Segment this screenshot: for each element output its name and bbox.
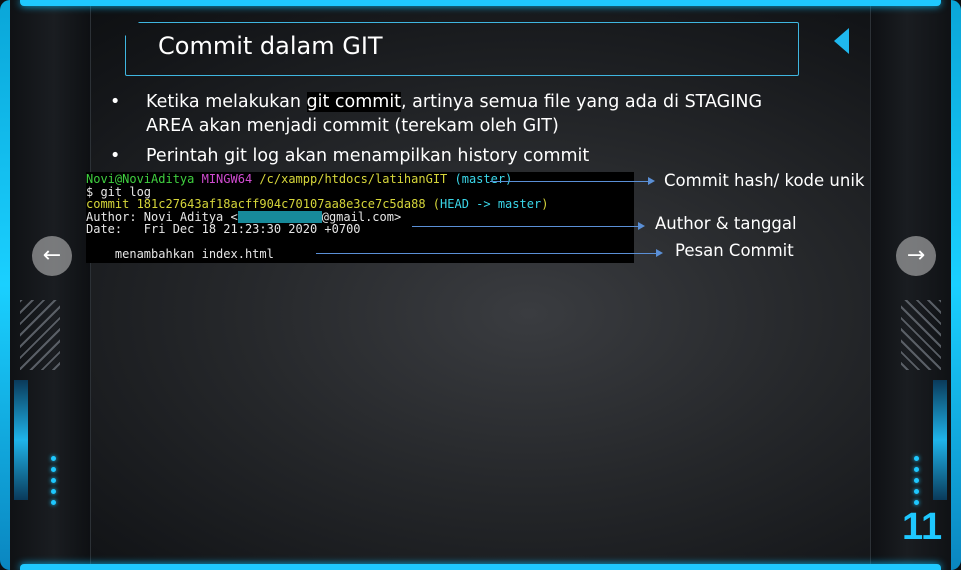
commit-head-ref: HEAD -> master — [440, 197, 542, 211]
right-glow-edge — [951, 0, 961, 570]
slide-title: Commit dalam GIT — [158, 32, 383, 60]
right-blue-bar — [933, 380, 947, 500]
prompt-path: /c/xampp/htdocs/latihanGIT — [259, 172, 448, 186]
next-slide-button[interactable]: → — [896, 236, 936, 276]
right-stripe-decoration — [901, 300, 941, 370]
previous-slide-button[interactable]: ← — [32, 236, 72, 276]
prompt-env: MINGW64 — [201, 172, 253, 186]
bullet-item-log: • Perintah git log akan menampilkan hist… — [110, 144, 770, 168]
bullet-text-pre: Ketika melakukan — [146, 92, 307, 112]
left-glow-edge — [0, 0, 10, 570]
presentation-slide: Commit dalam GIT • Ketika melakukan git … — [0, 0, 961, 570]
commit-head-close: ) — [541, 197, 549, 211]
bullet-list: • Ketika melakukan git commit, artinya s… — [110, 90, 770, 174]
annotation-author: Author & tanggal — [655, 214, 797, 233]
bullet-marker: • — [110, 92, 121, 112]
date-line: Date: Fri Dec 18 21:23:30 2020 +0700 — [86, 222, 361, 236]
annotation-hash: Commit hash/ kode unik — [664, 171, 865, 190]
message-arrow-line — [316, 253, 658, 254]
back-triangle-icon[interactable] — [834, 28, 849, 54]
annotation-message: Pesan Commit — [675, 241, 794, 260]
commit-message-line: menambahkan index.html — [86, 247, 274, 261]
bullet-item-commit: • Ketika melakukan git commit, artinya s… — [110, 90, 770, 138]
left-blue-bar — [14, 380, 28, 500]
author-arrow-line — [412, 226, 640, 227]
left-dot-column — [51, 456, 57, 511]
bullet-marker: • — [110, 146, 121, 166]
message-arrow-head-icon — [656, 249, 663, 257]
top-glow-edge — [20, 0, 941, 6]
right-dot-column — [914, 456, 920, 511]
commit-head-open: ( — [432, 197, 441, 211]
bottom-glow-edge — [20, 564, 941, 570]
git-log-terminal: Novi@NoviAditya MINGW64 /c/xampp/htdocs/… — [86, 172, 634, 263]
author-arrow-head-icon — [638, 222, 645, 230]
prompt-branch: (master) — [454, 172, 513, 186]
hash-arrow-line — [490, 181, 650, 182]
page-number: 11 — [902, 506, 943, 548]
hash-arrow-head-icon — [648, 177, 655, 185]
bullet-highlight: git commit — [306, 92, 402, 112]
bullet-text: Perintah git log akan menampilkan histor… — [146, 146, 590, 166]
left-stripe-decoration — [20, 300, 60, 370]
